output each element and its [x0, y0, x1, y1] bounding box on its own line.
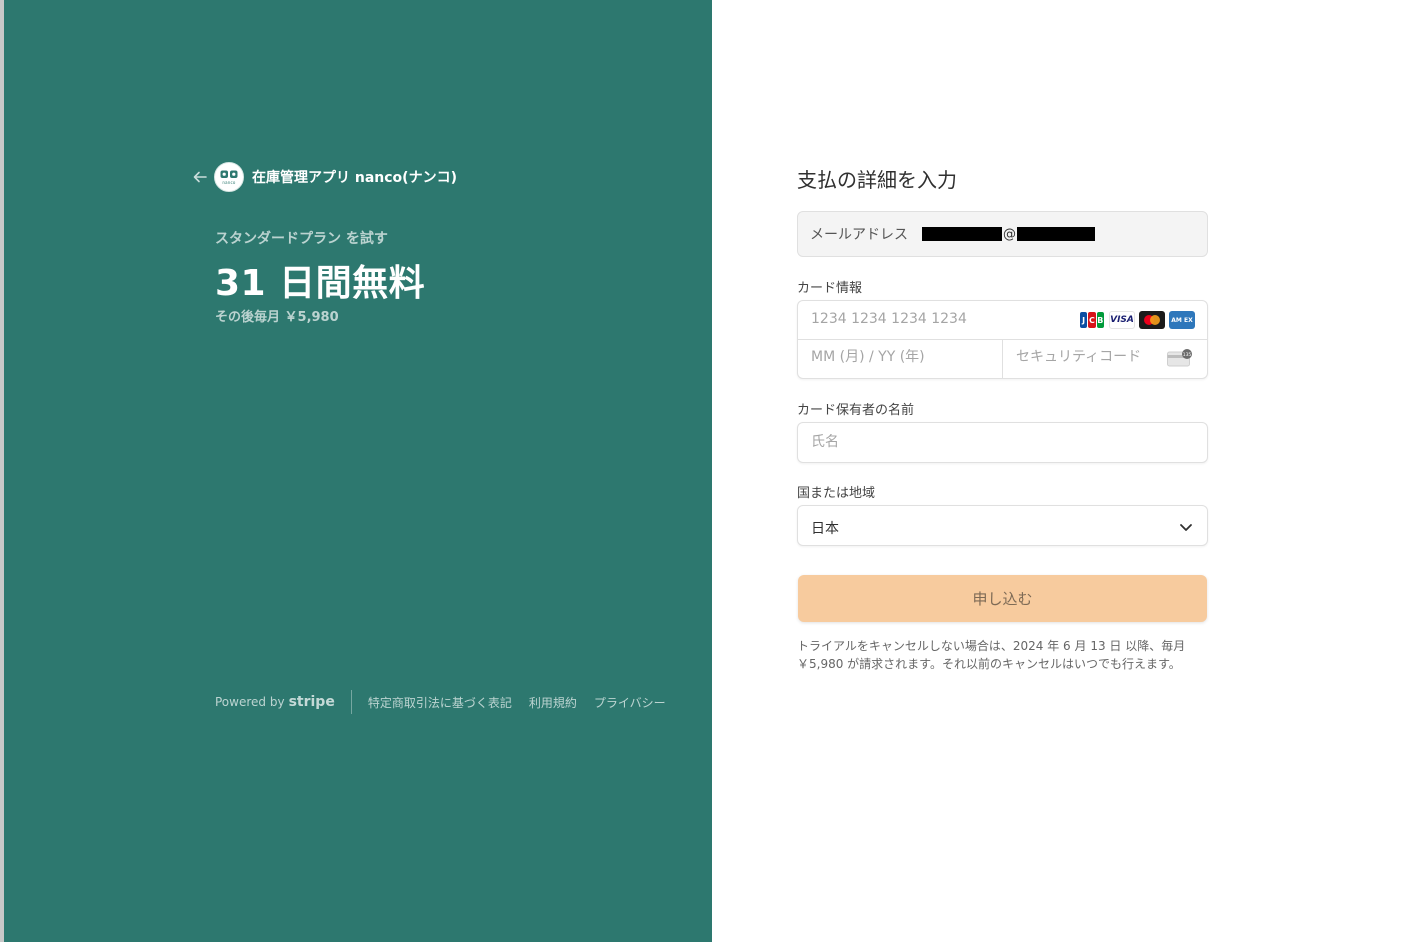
arrow-left-icon[interactable]: [190, 167, 210, 187]
email-field[interactable]: メールアドレス @: [797, 211, 1208, 257]
card-number-input[interactable]: [811, 311, 1071, 327]
merchant-name[interactable]: 在庫管理アプリ nanco(ナンコ): [252, 167, 457, 187]
link-legal-notice[interactable]: 特定商取引法に基づく表記: [368, 694, 512, 711]
powered-by-stripe[interactable]: Powered by stripe: [215, 694, 335, 710]
country-value: 日本: [811, 521, 839, 537]
email-label: メールアドレス: [810, 227, 908, 243]
country-label: 国または地域: [797, 486, 876, 501]
jcb-icon: JCB: [1079, 311, 1105, 329]
price-after-trial: その後毎月 ￥5,980: [215, 310, 339, 325]
card-info-group: JCB VISA AM EX 135: [797, 300, 1208, 379]
footer-divider: [350, 690, 352, 714]
visa-icon: VISA: [1109, 311, 1135, 329]
logo-wordmark: nanco: [222, 179, 236, 185]
card-brand-icons: JCB VISA AM EX: [1079, 311, 1195, 329]
email-at-sign: @: [1003, 226, 1016, 242]
logo-eyes-icon: [220, 170, 238, 178]
chevron-down-icon: [1180, 524, 1192, 531]
merchant-header: nanco 在庫管理アプリ nanco(ナンコ): [190, 160, 457, 194]
expiry-input[interactable]: [811, 349, 991, 365]
trial-headline: 31 日間無料: [215, 263, 426, 304]
card-number-row: JCB VISA AM EX: [798, 301, 1207, 340]
trial-notice: トライアルをキャンセルしない場合は、2024 年 6 月 13 日 以降、毎月 …: [797, 639, 1186, 671]
cardholder-input[interactable]: [811, 434, 1191, 450]
plan-name: スタンダードプラン を試す: [215, 231, 388, 247]
cvc-cell: 135: [1003, 340, 1207, 378]
subscribe-button[interactable]: 申し込む: [798, 575, 1207, 622]
link-terms[interactable]: 利用規約: [529, 694, 577, 711]
cardholder-field: [797, 422, 1208, 463]
svg-text:135: 135: [1183, 352, 1192, 358]
merchant-logo: nanco: [214, 162, 244, 192]
redacted-email-domain: [1017, 227, 1095, 241]
redacted-email-user: [922, 227, 1002, 241]
country-select[interactable]: 日本: [797, 505, 1208, 546]
cvc-input[interactable]: [1016, 349, 1166, 365]
form-title: 支払の詳細を入力: [797, 168, 957, 192]
mastercard-icon: [1139, 311, 1165, 329]
amex-icon: AM EX: [1169, 311, 1195, 329]
card-info-label: カード情報: [797, 281, 863, 296]
powered-by-text: Powered by: [215, 695, 285, 709]
card-cvc-icon: 135: [1167, 349, 1192, 367]
expiry-cell: [798, 340, 1003, 378]
cardholder-label: カード保有者の名前: [797, 403, 915, 418]
left-footer: Powered by stripe 特定商取引法に基づく表記 利用規約 プライバ…: [215, 690, 683, 714]
summary-panel: [4, 0, 712, 942]
stripe-logo: stripe: [288, 694, 335, 710]
link-privacy[interactable]: プライバシー: [594, 694, 666, 711]
